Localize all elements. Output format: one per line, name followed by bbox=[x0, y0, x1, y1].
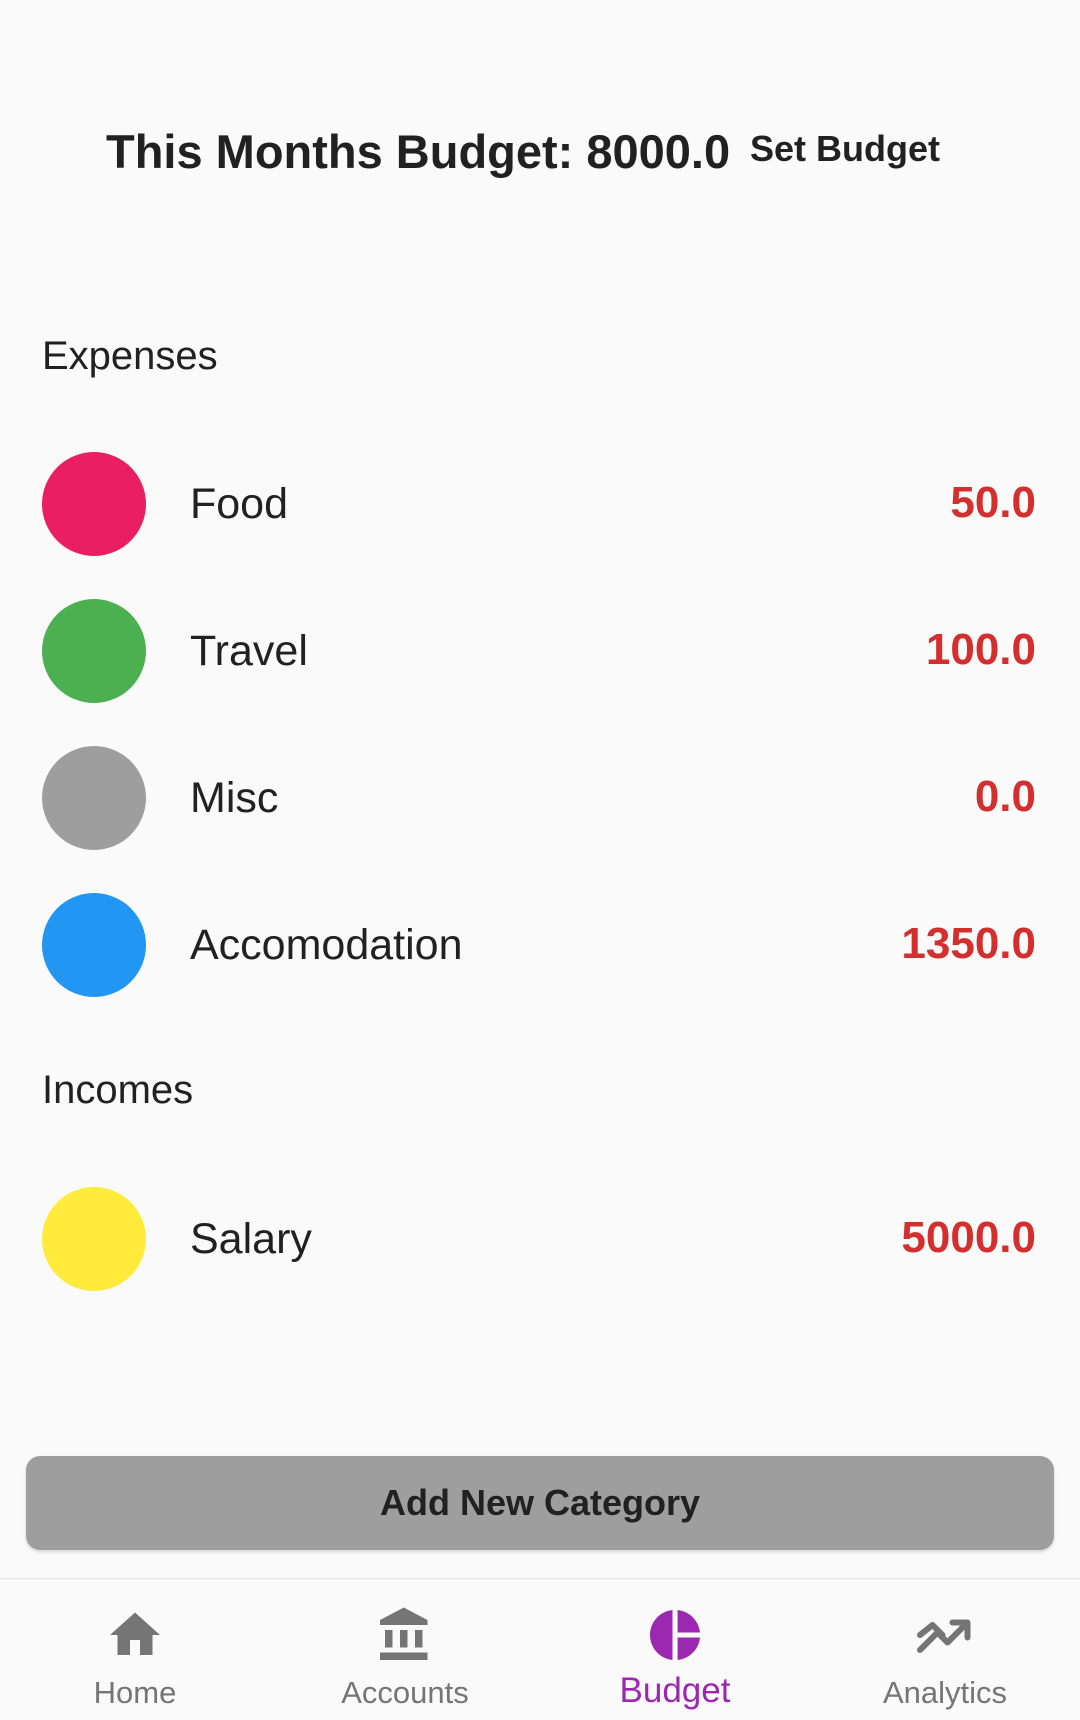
set-budget-button[interactable]: Set Budget bbox=[740, 128, 950, 170]
nav-label: Accounts bbox=[341, 1675, 469, 1710]
bank-icon bbox=[380, 1607, 428, 1660]
nav-item-accounts[interactable]: Accounts bbox=[270, 1579, 540, 1720]
category-label: Accomodation bbox=[190, 921, 463, 969]
nav-item-analytics[interactable]: Analytics bbox=[810, 1579, 1080, 1720]
category-amount: 100.0 bbox=[925, 625, 1036, 674]
category-color-dot bbox=[42, 599, 146, 703]
category-label: Travel bbox=[190, 627, 308, 675]
budget-title: This Months Budget: 8000.0 bbox=[106, 125, 731, 178]
category-row-misc[interactable]: Misc 0.0 bbox=[0, 746, 1080, 850]
category-label: Misc bbox=[190, 774, 279, 822]
pie-chart-icon bbox=[650, 1610, 700, 1660]
category-amount: 0.0 bbox=[974, 772, 1036, 821]
category-row-travel[interactable]: Travel 100.0 bbox=[0, 599, 1080, 703]
category-label: Food bbox=[190, 480, 289, 528]
add-new-category-button[interactable]: Add New Category bbox=[26, 1456, 1054, 1550]
category-row-salary[interactable]: Salary 5000.0 bbox=[0, 1187, 1080, 1291]
nav-item-budget[interactable]: Budget bbox=[540, 1579, 810, 1720]
nav-label: Home bbox=[93, 1675, 177, 1710]
category-color-dot bbox=[42, 893, 146, 997]
category-color-dot bbox=[42, 1187, 146, 1291]
incomes-section-title: Incomes bbox=[42, 1068, 194, 1112]
home-icon bbox=[110, 1612, 160, 1655]
category-row-accomodation[interactable]: Accomodation 1350.0 bbox=[0, 893, 1080, 997]
category-amount: 1350.0 bbox=[901, 919, 1036, 968]
category-amount: 50.0 bbox=[950, 478, 1036, 527]
category-row-food[interactable]: Food 50.0 bbox=[0, 452, 1080, 556]
bottom-navigation: Home Accounts Budget Analytics bbox=[0, 1578, 1080, 1720]
nav-label: Budget bbox=[619, 1671, 731, 1710]
category-color-dot bbox=[42, 452, 146, 556]
category-color-dot bbox=[42, 746, 146, 850]
category-amount: 5000.0 bbox=[901, 1213, 1036, 1262]
category-label: Salary bbox=[190, 1215, 312, 1263]
budget-header: This Months Budget: 8000.0 Set Budget bbox=[0, 118, 1080, 188]
nav-item-home[interactable]: Home bbox=[0, 1579, 270, 1720]
expenses-section-title: Expenses bbox=[42, 334, 218, 378]
nav-label: Analytics bbox=[882, 1675, 1008, 1710]
trending-icon bbox=[917, 1619, 971, 1653]
